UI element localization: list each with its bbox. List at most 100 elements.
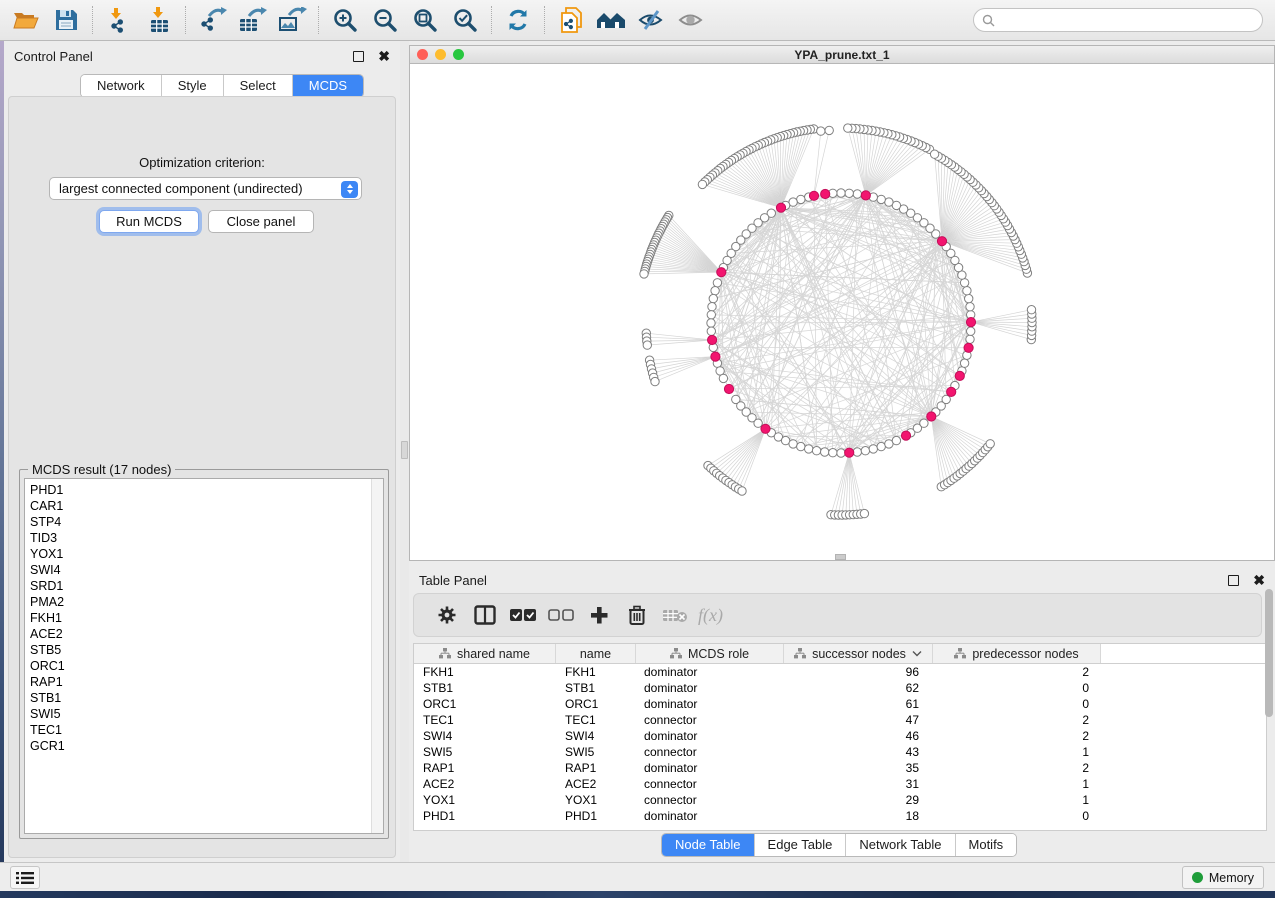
network-node[interactable] (797, 442, 805, 450)
network-node-selected[interactable] (947, 387, 956, 396)
column-header-successor-nodes[interactable]: successor nodes (784, 644, 933, 663)
delete-column-button[interactable] (618, 600, 656, 630)
network-node[interactable] (877, 195, 885, 203)
import-table-button[interactable] (139, 3, 179, 37)
column-header-MCDS-role[interactable]: MCDS role (636, 644, 784, 663)
show-hidden-button[interactable] (671, 3, 711, 37)
network-node[interactable] (877, 442, 885, 450)
network-canvas[interactable] (410, 64, 1274, 560)
network-node-selected[interactable] (809, 191, 818, 200)
network-node[interactable] (837, 449, 845, 457)
zoom-in-button[interactable] (325, 3, 365, 37)
network-table-splitter-grip[interactable] (835, 554, 846, 560)
close-table-panel-icon[interactable]: ✖ (1253, 575, 1265, 586)
network-node-selected[interactable] (937, 237, 946, 246)
network-node[interactable] (640, 270, 648, 278)
network-node-selected[interactable] (861, 191, 870, 200)
tab-network-table[interactable]: Network Table (846, 834, 955, 856)
import-network-button[interactable] (99, 3, 139, 37)
float-table-panel-icon[interactable] (1228, 575, 1239, 586)
table-row[interactable]: YOX1YOX1connector291 (414, 792, 1266, 808)
network-node[interactable] (930, 150, 938, 158)
network-node[interactable] (965, 294, 973, 302)
mcds-result-item[interactable]: STB5 (25, 642, 383, 658)
settings-button[interactable] (428, 600, 466, 630)
network-node[interactable] (892, 436, 900, 444)
table-row[interactable]: RAP1RAP1dominator352 (414, 760, 1266, 776)
mcds-list-scrollbar[interactable] (371, 479, 383, 833)
export-table-button[interactable] (232, 3, 272, 37)
zoom-selected-button[interactable] (445, 3, 485, 37)
network-node-selected[interactable] (708, 335, 717, 344)
network-node[interactable] (719, 374, 727, 382)
houses-button[interactable] (591, 3, 631, 37)
network-node[interactable] (707, 327, 715, 335)
network-node[interactable] (861, 447, 869, 455)
network-node[interactable] (821, 448, 829, 456)
network-node[interactable] (643, 341, 651, 349)
network-node[interactable] (885, 198, 893, 206)
column-header-shared-name[interactable]: shared name (414, 644, 556, 663)
network-node[interactable] (920, 419, 928, 427)
mcds-result-item[interactable]: ACE2 (25, 626, 383, 642)
zoom-fit-button[interactable] (405, 3, 445, 37)
mcds-result-item[interactable]: SWI4 (25, 562, 383, 578)
network-node-selected[interactable] (761, 424, 770, 433)
mcds-result-item[interactable]: PHD1 (25, 482, 383, 498)
network-node-selected[interactable] (845, 448, 854, 457)
network-node[interactable] (966, 335, 974, 343)
tab-style[interactable]: Style (162, 75, 224, 97)
network-node-selected[interactable] (955, 371, 964, 380)
table-row[interactable]: SWI4SWI4dominator462 (414, 728, 1266, 744)
network-node[interactable] (837, 189, 845, 197)
close-panel-button[interactable]: Close panel (208, 210, 314, 233)
mcds-result-item[interactable]: CAR1 (25, 498, 383, 514)
table-row[interactable]: PHD1PHD1dominator180 (414, 808, 1266, 824)
table-row[interactable]: ORC1ORC1dominator610 (414, 696, 1266, 712)
network-node[interactable] (960, 279, 968, 287)
network-node-selected[interactable] (717, 268, 726, 277)
table-scrollbar-thumb[interactable] (1265, 589, 1273, 717)
search-box[interactable] (973, 8, 1263, 32)
save-session-button[interactable] (46, 3, 86, 37)
network-node[interactable] (844, 124, 852, 132)
network-node[interactable] (960, 359, 968, 367)
criterion-select[interactable]: largest connected component (undirected) (49, 177, 362, 200)
network-node[interactable] (789, 440, 797, 448)
tab-network[interactable]: Network (81, 75, 162, 97)
network-node[interactable] (853, 448, 861, 456)
float-panel-icon[interactable] (353, 51, 364, 62)
network-node-selected[interactable] (776, 203, 785, 212)
splitter-grip[interactable] (401, 441, 408, 459)
mcds-result-item[interactable]: TEC1 (25, 722, 383, 738)
memory-button[interactable]: Memory (1182, 866, 1264, 889)
search-input[interactable] (995, 11, 1262, 29)
network-node[interactable] (709, 294, 717, 302)
network-node[interactable] (805, 445, 813, 453)
mcds-result-item[interactable]: SWI5 (25, 706, 383, 722)
network-node-selected[interactable] (964, 343, 973, 352)
vertical-splitter[interactable] (400, 41, 409, 862)
network-node[interactable] (869, 445, 877, 453)
unselect-all-button[interactable] (542, 600, 580, 630)
network-node-selected[interactable] (724, 384, 733, 393)
close-panel-icon[interactable]: ✖ (378, 51, 390, 62)
refresh-view-button[interactable] (498, 3, 538, 37)
mcds-result-item[interactable]: ORC1 (25, 658, 383, 674)
column-header-predecessor-nodes[interactable]: predecessor nodes (933, 644, 1101, 663)
mcds-result-item[interactable]: PMA2 (25, 594, 383, 610)
network-node-selected[interactable] (901, 431, 910, 440)
tab-mcds[interactable]: MCDS (293, 75, 363, 97)
network-node[interactable] (829, 449, 837, 457)
mcds-result-item[interactable]: RAP1 (25, 674, 383, 690)
network-node[interactable] (754, 419, 762, 427)
mcds-result-item[interactable]: FKH1 (25, 610, 383, 626)
run-mcds-button[interactable]: Run MCDS (99, 210, 199, 233)
network-node[interactable] (963, 287, 971, 295)
network-node[interactable] (845, 189, 853, 197)
network-node[interactable] (853, 190, 861, 198)
mcds-result-item[interactable]: GCR1 (25, 738, 383, 754)
network-node-selected[interactable] (966, 318, 975, 327)
network-node-selected[interactable] (821, 189, 830, 198)
network-node[interactable] (860, 509, 868, 517)
